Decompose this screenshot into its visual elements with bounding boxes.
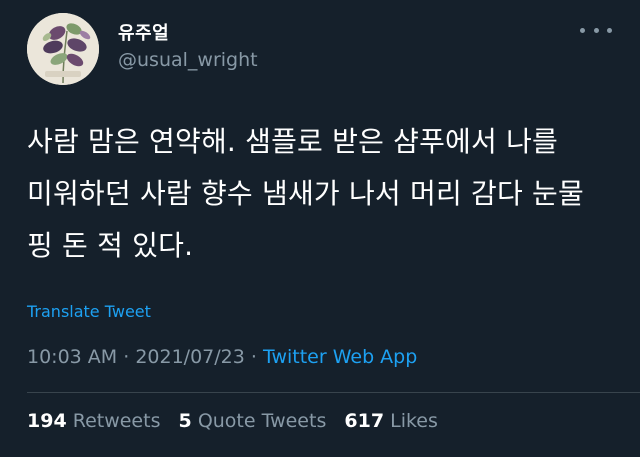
avatar-image [27,13,99,85]
quote-tweets-label: Quote Tweets [197,410,327,432]
user-handle[interactable]: @usual_wright [118,49,258,71]
likes-stat[interactable]: 617 Likes [344,410,438,432]
tweet-text: 사람 맘은 연약해. 샘플로 받은 샴푸에서 나를 미워하던 사람 향수 냄새가… [27,125,584,262]
likes-count: 617 [344,410,385,432]
tweet-card: 유주얼 @usual_wright 사람 맘은 연약해. 샘플로 받은 샴푸에서… [0,0,640,457]
more-horizontal-icon [580,27,585,33]
tweet-metadata: 10:03 AM · 2021/07/23 · Twitter Web App [27,346,417,368]
divider [27,392,640,393]
tweet-date[interactable]: 2021/07/23 [135,346,245,368]
translate-tweet-link[interactable]: Translate Tweet [27,302,151,321]
display-name[interactable]: 유주얼 [118,19,169,45]
retweets-count: 194 [27,410,67,432]
meta-separator: · [123,346,130,368]
quote-tweets-count: 5 [178,410,192,432]
more-options-button[interactable] [580,20,612,40]
retweets-stat[interactable]: 194 Retweets [27,410,160,432]
engagement-stats: 194 Retweets 5 Quote Tweets 617 Likes [27,410,450,432]
more-horizontal-icon-dot [593,27,599,33]
tweet-source-link[interactable]: Twitter Web App [263,346,417,368]
likes-label: Likes [390,410,438,432]
meta-separator: · [250,346,257,368]
more-horizontal-icon-dot [607,27,612,33]
tweet-time[interactable]: 10:03 AM [27,346,117,368]
retweets-label: Retweets [72,410,161,432]
quote-tweets-stat[interactable]: 5 Quote Tweets [179,410,327,432]
avatar[interactable] [27,13,99,85]
